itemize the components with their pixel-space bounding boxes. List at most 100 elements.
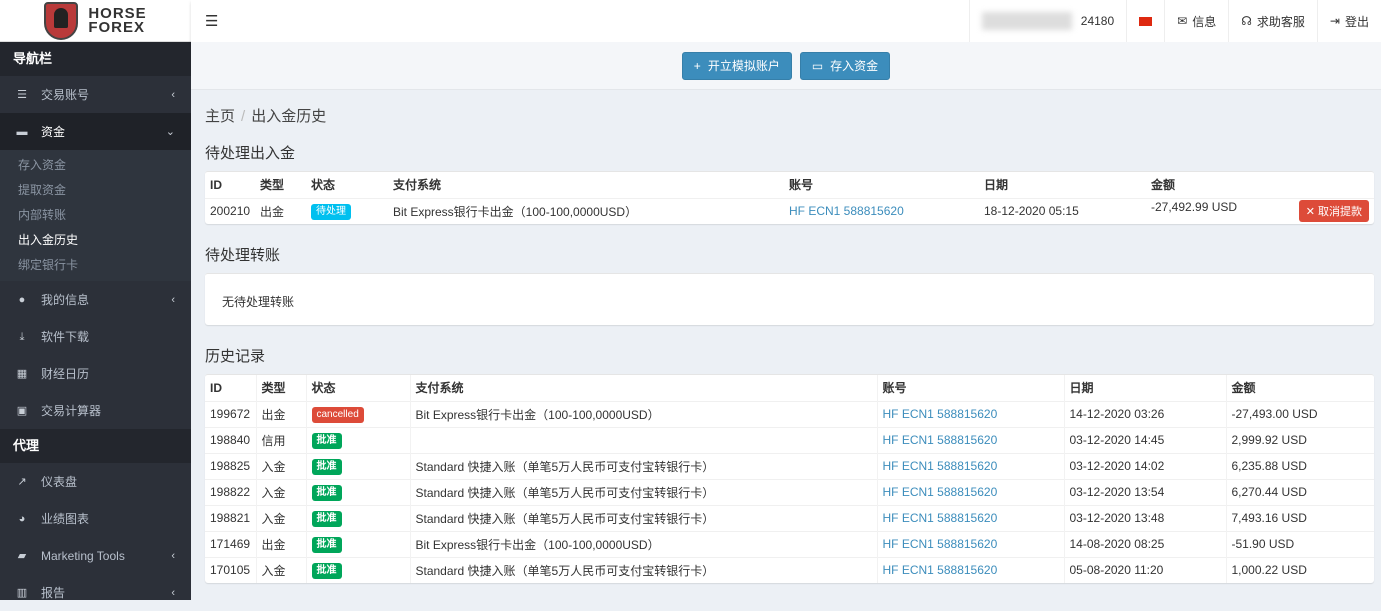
column-header: 金额 [1151,178,1176,193]
chevron-icon: ‹ [171,586,175,599]
account-link[interactable]: HF ECN1 588815620 [883,407,998,421]
support-button[interactable]: ☊ 求助客服 [1228,0,1317,42]
row-id: 171469 [205,530,256,557]
row-amount: 2,999.92 USD [1231,433,1307,447]
close-icon: ✕ [1305,206,1318,219]
row-amount: 1,000.22 USD [1231,563,1307,578]
chevron-icon: ‹ [171,549,175,562]
status-badge: 待处理 [311,203,351,220]
chevron-icon: ⌄ [165,126,175,138]
open-demo-label: 开立模拟账户 [707,59,780,73]
column-header: 日期 [984,178,1009,193]
logout-button[interactable]: ⇥ 登出 [1316,0,1381,42]
row-date: 03-12-2020 14:45 [1063,426,1226,453]
action-bar: + 开立模拟账户 ▭ 存入资金 [191,42,1381,90]
row-id: 198840 [205,426,256,453]
messages-button[interactable]: ✉ 信息 [1164,0,1228,42]
logo[interactable]: HORSE FOREX [0,0,191,42]
calculator-icon: ▣ [16,404,28,417]
row-type: 入金 [255,478,306,505]
agent-header: 代理 [0,429,191,463]
row-type: 入金 [255,504,306,531]
account-link[interactable]: HF ECN1 588815620 [883,433,998,447]
row-payment-system: Standard 快捷入账（单笔5万人民币可支付宝转银行卡） [409,556,877,583]
hamburger-menu-icon[interactable]: ☰ [205,12,218,30]
table-row: 199672 出金 cancelled Bit Express银行卡出金（100-10… [205,400,1374,427]
history-title: 历史记录 [205,348,266,365]
sidebar-item[interactable]: ◕ 业绩图表 [0,500,191,537]
breadcrumb-separator: / [241,108,246,125]
support-label: 求助客服 [1256,14,1305,29]
breadcrumb-home[interactable]: 主页 [205,108,235,125]
account-link[interactable]: HF ECN1 588815620 [883,511,998,525]
sidebar-item[interactable]: ▥ 报告 ‹ [0,574,191,611]
breadcrumb: 主页 / 出入金历史 [205,105,1374,126]
column-header: 状态 [305,375,410,401]
row-id: 198822 [205,478,256,505]
submenu-item[interactable]: 提取资金 [0,178,191,203]
calendar-icon: ▦ [16,367,28,380]
submenu-item[interactable]: 存入资金 [0,153,191,178]
row-type: 信用 [255,426,306,453]
sidebar-item[interactable]: ● 我的信息 ‹ [0,281,191,318]
row-payment-system: Bit Express银行卡出金（100-100,0000USD） [388,197,784,224]
status-badge: 批准 [311,432,342,449]
pending-title: 待处理出入金 [205,145,296,162]
row-id: 170105 [205,556,256,583]
column-header: 类型 [260,178,285,193]
row-type: 出金 [255,530,306,557]
bar-chart-icon: ▥ [16,586,28,599]
column-header: ID [210,380,222,395]
row-payment-system [409,426,877,453]
row-amount: -27,493.00 USD [1231,407,1318,421]
sidebar-item[interactable]: ⤓ 软件下载 [0,318,191,355]
row-date: 18-12-2020 05:15 [979,197,1146,224]
open-demo-account-button[interactable]: + 开立模拟账户 [681,51,792,80]
pending-table-box: ID 类型 状态 支付系统 账号 日期 金额 200210 出金 待处理 Bit Express银行… [205,171,1374,224]
sidebar-item-label: 业绩图表 [41,512,90,526]
row-type: 入金 [255,556,306,583]
history-table-box: ID 类型 状态 支付系统 账号 日期 金额 199672 出金 cancelled Bit Exp… [205,374,1374,583]
sidebar-item[interactable]: ▦ 财经日历 [0,355,191,392]
sidebar-item[interactable]: ▣ 交易计算器 [0,392,191,429]
row-date: 03-12-2020 14:02 [1063,452,1226,479]
sidebar-item-label: 交易账号 [41,88,90,102]
row-payment-system: Standard 快捷入账（单笔5万人民币可支付宝转银行卡） [409,478,877,505]
sidebar-item[interactable]: ↗ 仪表盘 [0,463,191,500]
language-selector[interactable] [1126,0,1164,42]
cancel-withdrawal-button[interactable]: ✕ 取消提款 [1298,200,1369,223]
submenu-item[interactable]: 内部转账 [0,203,191,228]
headset-icon: ☊ [1241,14,1252,28]
account-link[interactable]: HF ECN1 588815620 [883,537,998,551]
table-row: 200210 出金 待处理 Bit Express银行卡出金（100-100,0000… [205,197,1374,224]
account-link[interactable]: HF ECN1 588815620 [789,204,904,218]
table-row: 198821 入金 批准 Standard 快捷入账（单笔5万人民币可支付宝转银行卡）… [205,504,1374,531]
status-badge: cancelled [311,406,364,423]
row-payment-system: Standard 快捷入账（单笔5万人民币可支付宝转银行卡） [409,452,877,479]
account-indicator[interactable]: 24180 [968,0,1126,42]
account-link[interactable]: HF ECN1 588815620 [883,459,998,473]
row-id: 198821 [205,504,256,531]
submenu-item[interactable]: 绑定银行卡 [0,253,191,278]
row-date: 14-08-2020 08:25 [1063,530,1226,557]
row-date: 03-12-2020 13:48 [1063,504,1226,531]
account-link[interactable]: HF ECN1 588815620 [883,485,998,499]
row-payment-system: Bit Express银行卡出金（100-100,0000USD） [409,530,877,557]
sidebar-item[interactable]: ▰ Marketing Tools ‹ [0,537,191,574]
submenu-item[interactable]: 出入金历史 [0,228,191,253]
line-chart-icon: ↗ [17,475,27,488]
row-payment-system: Standard 快捷入账（单笔5万人民币可支付宝转银行卡） [409,504,877,531]
deposit-funds-button[interactable]: ▭ 存入资金 [799,51,891,80]
account-link[interactable]: HF ECN1 588815620 [883,563,998,577]
sidebar-item-label: 资金 [41,125,66,139]
sidebar-item-label: 报告 [41,586,66,600]
row-amount: 6,235.88 USD [1231,459,1307,473]
column-header: 日期 [1063,375,1226,401]
status-badge: 批准 [311,536,342,553]
deposit-label: 存入资金 [830,59,879,73]
briefcase-icon: ▰ [17,549,27,562]
table-row: 171469 出金 批准 Bit Express银行卡出金（100-100,0000U… [205,530,1374,557]
sidebar-item[interactable]: ▬ 资金 ⌄ [0,113,191,150]
row-type: 出金 [255,197,306,224]
sidebar-item[interactable]: ☰ 交易账号 ‹ [0,76,191,113]
